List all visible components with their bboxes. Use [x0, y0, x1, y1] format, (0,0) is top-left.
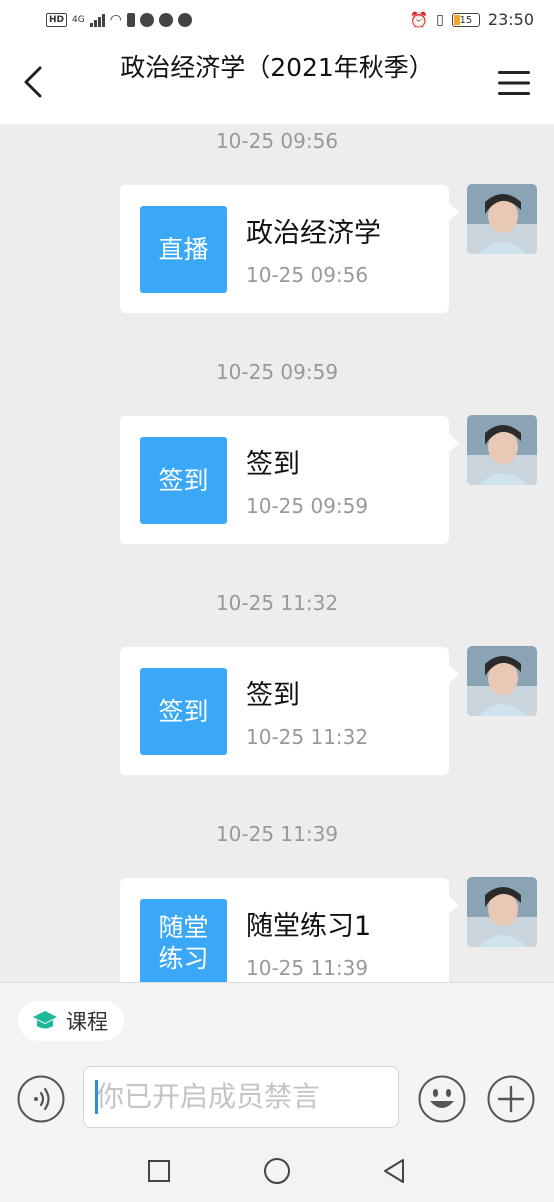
exercise-message-card[interactable]: 随堂练习 随堂练习1 10-25 11:39 — [120, 878, 459, 982]
message-title: 随堂练习1 — [246, 911, 372, 942]
back-button[interactable] — [20, 64, 50, 100]
message-title: 签到 — [246, 680, 300, 711]
signal-icon — [89, 13, 105, 27]
recent-apps-button[interactable] — [144, 1156, 174, 1186]
message-timestamp: 10-25 09:56 — [215, 129, 339, 153]
alarm-icon: ⏰ — [409, 10, 429, 29]
triangle-back-icon — [384, 1159, 404, 1183]
input-bar: 课程 — [0, 982, 554, 1141]
battery-level: 15 — [459, 14, 473, 26]
battery-icon: 15 — [451, 12, 480, 27]
checkin-tile: 签到 — [140, 437, 227, 524]
message-timestamp: 10-25 11:39 — [215, 822, 339, 846]
square-icon — [148, 1160, 170, 1182]
sim-icon — [126, 13, 135, 27]
more-options-button[interactable] — [487, 1075, 535, 1123]
system-nav-bar — [0, 1140, 554, 1202]
message-time: 10-25 11:39 — [246, 956, 369, 980]
message-title: 签到 — [246, 449, 300, 480]
avatar-photo — [467, 646, 537, 716]
wifi-icon: ◠ — [109, 12, 122, 28]
emoji-button[interactable] — [418, 1075, 466, 1123]
checkin-message-card[interactable]: 签到 签到 10-25 11:32 — [120, 647, 459, 775]
avatar[interactable] — [467, 646, 537, 716]
course-button-label: 课程 — [66, 1010, 108, 1034]
avatar[interactable] — [467, 415, 537, 485]
chat-area[interactable]: 10-25 09:56 直播 政治经济学 10-25 09:56 10-25 0… — [0, 124, 554, 982]
navigation-icon — [177, 13, 192, 27]
message-timestamp: 10-25 09:59 — [215, 360, 339, 384]
hd-badge: HD — [46, 13, 68, 27]
message-title: 政治经济学 — [246, 218, 381, 249]
avatar[interactable] — [467, 184, 537, 254]
menu-button[interactable] — [498, 70, 530, 96]
page-title: 政治经济学（2021年秋季） — [120, 53, 434, 82]
checkin-tile: 签到 — [140, 668, 227, 755]
graduation-cap-icon — [33, 1011, 57, 1029]
message-timestamp: 10-25 11:32 — [215, 591, 339, 615]
smiley-icon — [418, 1075, 466, 1123]
chevron-left-icon — [24, 66, 42, 98]
message-time: 10-25 09:56 — [246, 263, 369, 287]
avatar-photo — [467, 415, 537, 485]
exercise-tile: 随堂练习 — [140, 899, 227, 982]
status-bar: HD 4G ◠ ⏰ ▯ 15 23:50 — [0, 0, 554, 44]
status-icons-left: HD 4G ◠ — [46, 12, 192, 28]
header: 政治经济学（2021年秋季） — [0, 44, 554, 124]
clock: 23:50 — [487, 10, 534, 29]
vibrate-icon: ▯ — [436, 11, 444, 28]
text-caret — [95, 1080, 98, 1114]
network-type: 4G — [72, 15, 85, 25]
message-input-field[interactable] — [83, 1066, 399, 1128]
hamburger-icon — [498, 71, 530, 95]
voice-icon — [17, 1075, 65, 1123]
plus-icon — [487, 1075, 535, 1123]
circle-icon — [264, 1158, 290, 1184]
live-message-card[interactable]: 直播 政治经济学 10-25 09:56 — [120, 185, 459, 313]
system-back-button[interactable] — [380, 1156, 410, 1186]
avatar-photo — [467, 877, 537, 947]
status-icons-right: ⏰ ▯ 15 23:50 — [409, 10, 534, 29]
avatar[interactable] — [467, 877, 537, 947]
wechat-icon — [139, 13, 154, 27]
message-icon — [158, 13, 173, 27]
home-button[interactable] — [262, 1156, 292, 1186]
avatar-photo — [467, 184, 537, 254]
voice-input-button[interactable] — [17, 1075, 65, 1123]
checkin-message-card[interactable]: 签到 签到 10-25 09:59 — [120, 416, 459, 544]
message-time: 10-25 09:59 — [246, 494, 369, 518]
message-input[interactable] — [84, 1067, 386, 1125]
message-time: 10-25 11:32 — [246, 725, 369, 749]
live-tile: 直播 — [140, 206, 227, 293]
course-button[interactable]: 课程 — [18, 1001, 124, 1041]
